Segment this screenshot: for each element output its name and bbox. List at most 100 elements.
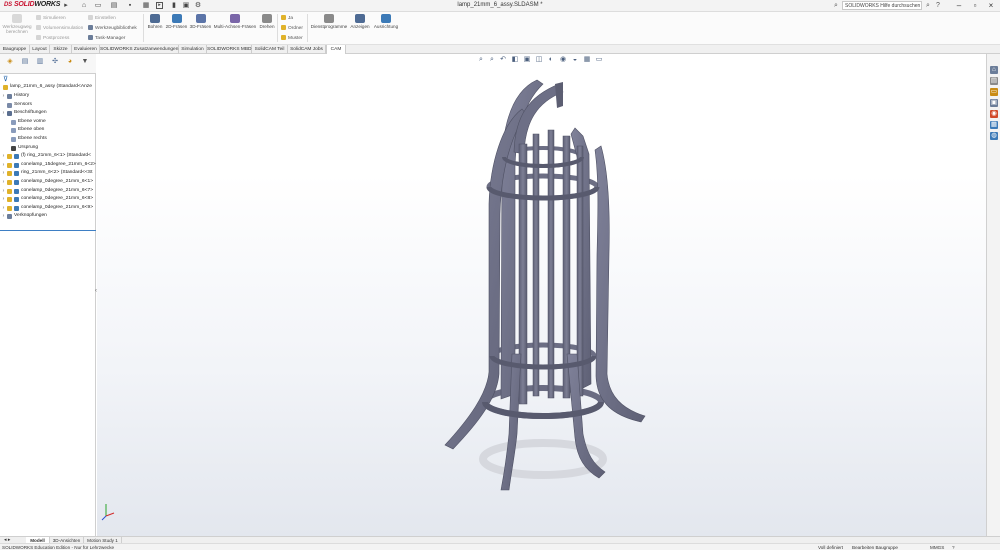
appearances-icon[interactable]: ◉: [990, 110, 998, 118]
cam-part-icon: [14, 197, 19, 203]
tab-addins[interactable]: SOLIDWORKS Zusatzanwendungen: [100, 45, 179, 54]
manager-tabs: ◈ ▤ ▥ ✣ ◕ ▼: [0, 54, 96, 74]
plane-icon: [11, 128, 16, 134]
tab-evaluate[interactable]: Evaluieren: [72, 45, 100, 54]
tree-item-label: conelamp_0degree_21mm_6<7>: [21, 187, 94, 193]
2d-milling-button[interactable]: 2D-Fräsen: [165, 14, 188, 29]
tree-item-label: Beschriftungen: [14, 110, 47, 116]
turning-button[interactable]: Drehen: [258, 14, 276, 29]
solidworks-forum-icon[interactable]: ◍: [990, 132, 998, 140]
task-manager-button[interactable]: Task-Manager: [88, 35, 125, 42]
feature-manager-icon[interactable]: ◈: [3, 57, 17, 67]
3d-milling-button[interactable]: 3D-Fräsen: [189, 14, 212, 29]
close-icon[interactable]: ×: [982, 0, 1000, 12]
volume-simulation-button[interactable]: Volumensimulation: [36, 25, 83, 32]
expand-arrow-icon[interactable]: ›: [1, 169, 6, 178]
filter-icon[interactable]: ⊽: [3, 75, 8, 83]
configuration-manager-icon[interactable]: ▥: [33, 57, 47, 67]
expand-arrow-icon[interactable]: ›: [1, 109, 6, 118]
tree-item[interactable]: Ursprung: [0, 144, 96, 153]
expand-arrow-icon[interactable]: ›: [1, 92, 6, 101]
task-pane: ⌂ ▤ ▭ ▣ ◉ ▦ ◍: [986, 54, 1000, 536]
tree-item[interactable]: › conelamp_0degree_21mm_6<1>: [0, 178, 96, 187]
tree-item[interactable]: › Verknüpfungen: [0, 212, 96, 221]
tree-item[interactable]: › conelamp_0degree_21mm_6<9>: [0, 204, 96, 213]
tree-item[interactable]: › conelamp_15degree_21mm_6<2>: [0, 161, 96, 170]
tab-simulation[interactable]: Simulation: [179, 45, 207, 54]
property-manager-icon[interactable]: ▤: [18, 57, 32, 67]
utilities-button[interactable]: Dienstprogramme: [310, 14, 348, 29]
help-icon[interactable]: ?: [934, 2, 942, 10]
tree-item-label: Sensors: [14, 101, 32, 107]
expand-arrow-icon[interactable]: ›: [1, 152, 6, 161]
coordinate-triad-icon: [101, 504, 115, 521]
design-library-icon[interactable]: ▤: [990, 77, 998, 85]
tree-item-label: Verknüpfungen: [14, 213, 47, 219]
tab-mbd[interactable]: SOLIDWORKS MBD: [207, 45, 252, 54]
pattern-button[interactable]: Muster: [281, 35, 303, 42]
view-palette-icon[interactable]: ▣: [990, 99, 998, 107]
tree-item[interactable]: Ebene vorne: [0, 118, 96, 127]
cam-manager-icon[interactable]: ▼: [78, 57, 92, 67]
simulate-button[interactable]: Simulieren: [36, 15, 66, 22]
tree-item[interactable]: Ebene oben: [0, 126, 96, 135]
tab-sketch[interactable]: Skizze: [50, 45, 72, 54]
tree-item-label: conelamp_0degree_21mm_6<9>: [21, 204, 94, 210]
display-manager-icon[interactable]: ◕: [63, 57, 77, 67]
tree-end-marker: [0, 230, 96, 231]
postprocess-icon: [36, 35, 41, 40]
bottom-tabs: ◂ ▸ Modell 3D-Ansichten Motion Study 1: [0, 536, 1000, 544]
right-fin: [594, 145, 646, 423]
tree-item-label: Ebene oben: [18, 127, 45, 133]
annotations-icon: [7, 111, 12, 117]
task-manager-icon: [88, 35, 93, 40]
lamp-model-view[interactable]: [97, 54, 986, 536]
tab-layout[interactable]: Layout: [30, 45, 50, 54]
expand-arrow-icon[interactable]: ›: [1, 178, 6, 187]
search-icon[interactable]: ⌕: [924, 2, 932, 10]
alignment-button[interactable]: Ausrichtung: [372, 14, 400, 29]
calculate-toolpath-button[interactable]: Werkzeugweg berechnen: [2, 14, 32, 34]
expand-arrow-icon[interactable]: ›: [1, 212, 6, 221]
tree-item[interactable]: › History: [0, 92, 96, 101]
expand-arrow-icon[interactable]: ›: [1, 161, 6, 170]
folder-button[interactable]: Ordner: [281, 25, 303, 32]
multi-axis-milling-button[interactable]: Multi-Achsen-Fräsen: [213, 14, 257, 29]
drilling-button[interactable]: Bohren: [145, 14, 165, 29]
expand-arrow-icon[interactable]: ›: [1, 204, 6, 213]
tab-solidcam-part[interactable]: SolidCAM Teil: [252, 45, 288, 54]
help-search-icon: ⌕: [834, 2, 838, 9]
postprocess-button[interactable]: Postprozess: [36, 35, 69, 42]
tree-item[interactable]: › ring_21mm_6<2> (Standard<<St: [0, 169, 96, 178]
part-icon: [7, 171, 12, 177]
custom-properties-icon[interactable]: ▦: [990, 121, 998, 129]
expand-arrow-icon[interactable]: ›: [1, 187, 6, 196]
dimxpert-icon[interactable]: ✣: [48, 57, 62, 67]
sensor-icon: [7, 102, 12, 108]
tool-library-button[interactable]: Werkzeugbibliothek: [88, 25, 137, 32]
setup-button[interactable]: Einstellen: [88, 15, 116, 22]
expand-arrow-icon[interactable]: ›: [1, 195, 6, 204]
tree-item[interactable]: Ebene rechts: [0, 135, 96, 144]
tree-root[interactable]: lamp_21mm_6_assy (Standard<Anze: [0, 83, 96, 92]
tree-item[interactable]: › conelamp_0degree_21mm_6<8>: [0, 195, 96, 204]
multi-axis-icon: [230, 14, 240, 23]
part-icon: [7, 188, 12, 194]
help-search-input[interactable]: SOLIDWORKS Hilfe durchsuchen: [842, 1, 922, 10]
display-button[interactable]: Anzeigen: [349, 14, 371, 29]
tree-item-label: conelamp_15degree_21mm_6<2>: [21, 161, 96, 167]
resources-icon[interactable]: ⌂: [990, 66, 998, 74]
tree-item[interactable]: › Beschriftungen: [0, 109, 96, 118]
part-icon: [7, 205, 12, 211]
graphics-area[interactable]: ⌕ ⌕ ↶ ◧ ▣ ◫ ◐ ◉ ◒ ▦ ▭: [97, 54, 986, 536]
utilities-icon: [324, 14, 334, 23]
tab-assembly[interactable]: Baugruppe: [0, 45, 30, 54]
tab-solidcam-jobs[interactable]: SolidCAM Jobs: [288, 45, 326, 54]
tree-item[interactable]: › (f) ring_21mm_6<1> (Standard<: [0, 152, 96, 161]
drill-icon: [150, 14, 160, 23]
tree-item[interactable]: Sensors: [0, 101, 96, 110]
file-explorer-icon[interactable]: ▭: [990, 88, 998, 96]
tree-item[interactable]: › conelamp_0degree_21mm_6<7>: [0, 187, 96, 196]
yes-button[interactable]: Ja: [281, 15, 293, 22]
history-icon: [7, 94, 12, 99]
